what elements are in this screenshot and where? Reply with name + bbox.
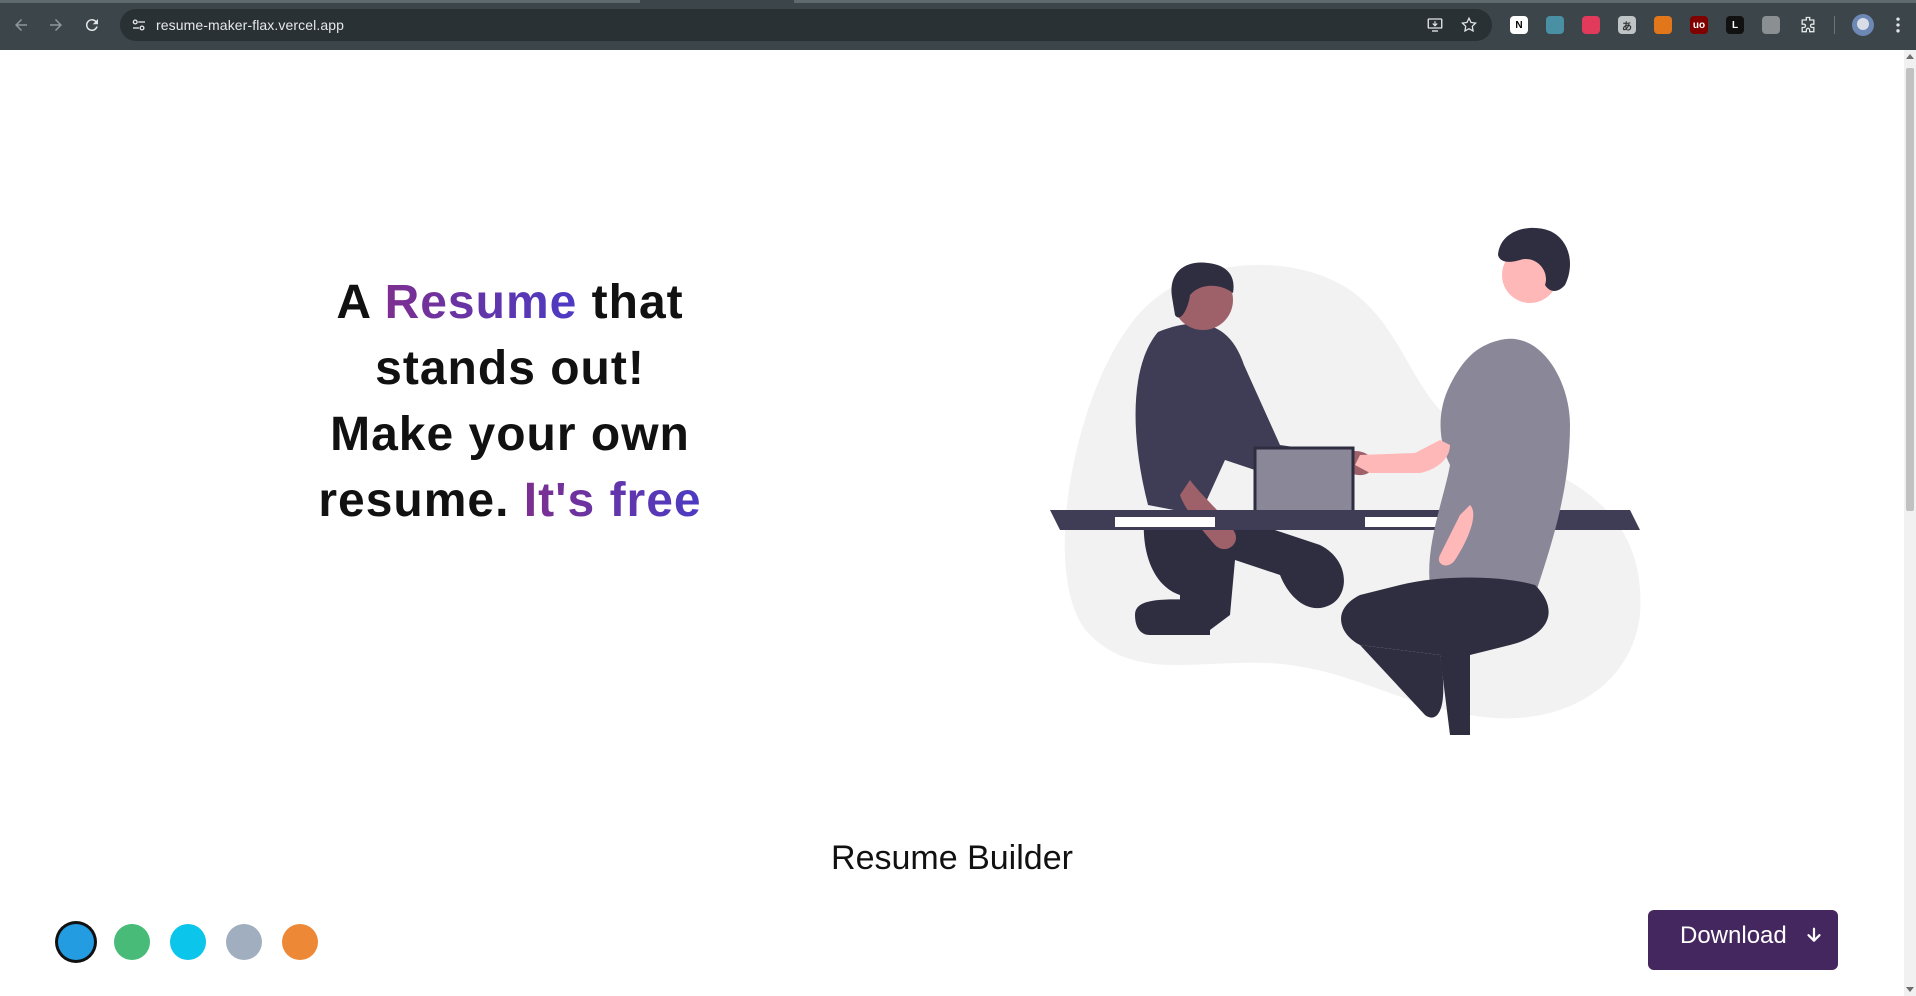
- resume-builder-title: Resume Builder: [831, 839, 1073, 877]
- hero-line-2: stands out!: [375, 342, 645, 395]
- scroll-down-arrow-icon[interactable]: [1906, 987, 1914, 992]
- hero-line-1: A Resume that: [270, 270, 750, 336]
- profile-avatar[interactable]: [1852, 14, 1874, 36]
- theme-color-swatch[interactable]: [226, 924, 262, 960]
- kana-extension-icon[interactable]: あ: [1618, 16, 1636, 34]
- extensions-puzzle-icon[interactable]: [1798, 15, 1818, 35]
- download-label: Download: [1680, 922, 1787, 949]
- back-button[interactable]: [8, 12, 34, 38]
- hero-text-resume: resume.: [318, 474, 524, 527]
- scroll-up-arrow-icon[interactable]: [1906, 54, 1914, 59]
- download-button[interactable]: Download: [1648, 910, 1838, 970]
- menu-kebab-icon[interactable]: [1888, 15, 1908, 35]
- tab-strip-edge: [794, 0, 1916, 3]
- tab-strip-edge: [0, 0, 640, 3]
- hero-text-that: that: [577, 276, 684, 329]
- pin-extension-icon[interactable]: [1762, 16, 1780, 34]
- scroll-thumb[interactable]: [1906, 68, 1914, 511]
- clock-extension-icon[interactable]: [1546, 16, 1564, 34]
- metamask-icon[interactable]: [1654, 16, 1672, 34]
- avatar-face: [1857, 18, 1869, 30]
- address-bar[interactable]: resume-maker-flax.vercel.app: [120, 9, 1492, 41]
- toolbar-separator: [1834, 16, 1835, 34]
- hero-line-4: resume. It's free: [270, 468, 750, 534]
- browser-toolbar: resume-maker-flax.vercel.app N あ uo L: [0, 0, 1916, 50]
- page-scrollbar[interactable]: [1904, 50, 1916, 996]
- hero-headline: A Resume that stands out! Make your own …: [270, 270, 750, 534]
- notion-icon[interactable]: N: [1510, 16, 1528, 34]
- hero-highlight-resume: Resume: [384, 276, 578, 329]
- hero-line-3: Make your own: [330, 408, 690, 461]
- raspberry-extension-icon[interactable]: [1582, 16, 1600, 34]
- theme-color-swatch[interactable]: [114, 924, 150, 960]
- theme-color-swatch[interactable]: [282, 924, 318, 960]
- install-app-icon[interactable]: [1426, 16, 1444, 34]
- arrow-right-icon: [50, 19, 62, 31]
- download-arrow-icon: [1807, 927, 1821, 942]
- reload-icon: [85, 19, 98, 32]
- lighthouse-extension-icon[interactable]: L: [1726, 16, 1744, 34]
- hero-highlight-free: It's free: [523, 474, 702, 527]
- theme-color-swatch[interactable]: [170, 924, 206, 960]
- ublock-origin-icon[interactable]: uo: [1690, 16, 1708, 34]
- url-text[interactable]: resume-maker-flax.vercel.app: [156, 17, 344, 33]
- site-settings-icon[interactable]: [130, 16, 148, 34]
- hero-text-a: A: [336, 276, 385, 329]
- theme-color-swatch[interactable]: [58, 924, 94, 960]
- bookmark-star-icon[interactable]: [1460, 16, 1478, 34]
- arrow-left-icon: [15, 19, 27, 31]
- forward-button[interactable]: [43, 12, 69, 38]
- reload-button[interactable]: [79, 12, 105, 38]
- handshake-illustration: [1050, 227, 1641, 735]
